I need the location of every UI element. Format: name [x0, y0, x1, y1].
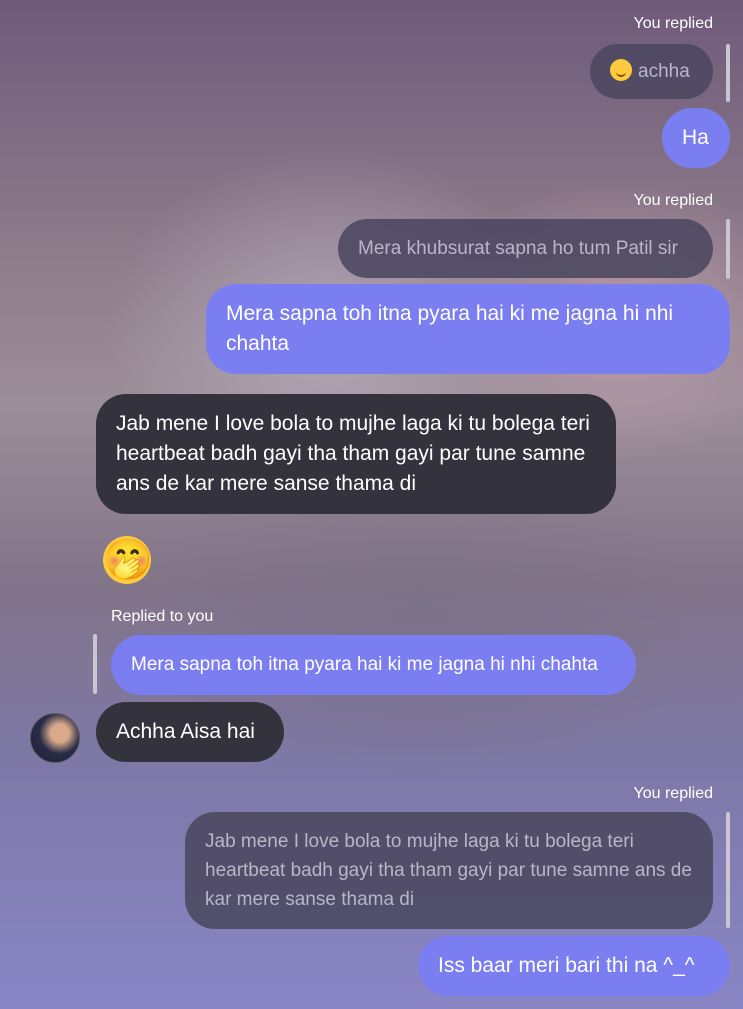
quote-bar [93, 634, 97, 694]
reply-label: Replied to you [111, 608, 214, 625]
sent-message[interactable]: Ha [662, 108, 730, 168]
contact-avatar[interactable] [30, 713, 80, 763]
quoted-text: achha [638, 61, 690, 82]
chat-thread: You replied achha Ha You replied Mera kh… [0, 0, 743, 1009]
grinning-sweat-emoji-icon [610, 59, 632, 81]
quoted-message[interactable]: Jab mene I love bola to mujhe laga ki tu… [185, 812, 713, 929]
quote-bar [726, 812, 730, 928]
received-message[interactable]: Jab mene I love bola to mujhe laga ki tu… [96, 394, 616, 514]
sent-message[interactable]: Mera sapna toh itna pyara hai ki me jagn… [206, 284, 730, 374]
quote-bar [726, 219, 730, 279]
quote-bar [726, 44, 730, 102]
reply-label: You replied [633, 15, 713, 32]
received-message[interactable]: Achha Aisa hai [96, 702, 284, 762]
hand-over-mouth-emoji-icon[interactable]: 🤭 [103, 536, 153, 584]
reply-label: You replied [633, 192, 713, 209]
reply-label: You replied [633, 785, 713, 802]
sent-message[interactable]: Iss baar meri bari thi na ^_^ [418, 936, 730, 996]
quoted-message[interactable]: achha [590, 44, 713, 99]
quoted-message[interactable]: Mera khubsurat sapna ho tum Patil sir [338, 219, 713, 278]
quoted-message[interactable]: Mera sapna toh itna pyara hai ki me jagn… [111, 635, 636, 695]
